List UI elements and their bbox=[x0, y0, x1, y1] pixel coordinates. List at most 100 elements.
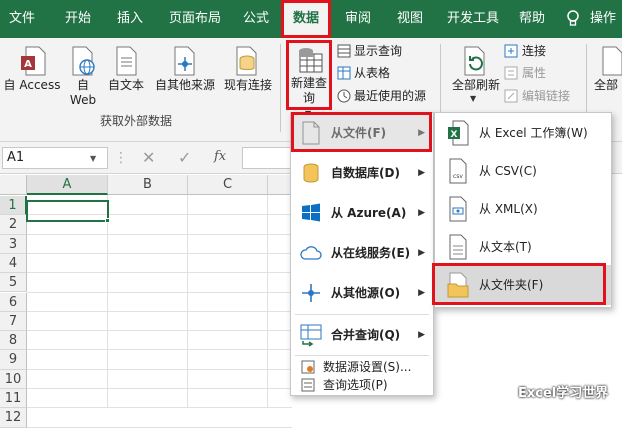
svg-text:csv: csv bbox=[453, 173, 463, 180]
tab-data[interactable]: 数据 bbox=[281, 0, 331, 38]
from-table-icon bbox=[337, 66, 351, 80]
new-query-label-1: 新建查 bbox=[290, 76, 327, 90]
menu-item-from-database[interactable]: 自数据库(D) ▶ bbox=[291, 153, 433, 193]
show-queries-button[interactable]: 显示查询 bbox=[354, 43, 402, 59]
select-all-corner[interactable] bbox=[0, 175, 27, 195]
tab-insert[interactable]: 插入 bbox=[108, 0, 152, 38]
submenu-arrow-icon: ▶ bbox=[418, 288, 425, 298]
row-header[interactable]: 10 bbox=[0, 369, 27, 389]
gridline-horizontal bbox=[27, 252, 292, 254]
gridline-horizontal bbox=[27, 349, 292, 351]
cloud-icon bbox=[299, 241, 323, 265]
menu-item-combine-queries[interactable]: 合并查询(Q) ▶ bbox=[291, 315, 433, 355]
svg-text:A: A bbox=[24, 59, 32, 70]
tab-help[interactable]: 帮助 bbox=[512, 0, 552, 38]
menu-item-from-azure[interactable]: 从 Azure(A) ▶ bbox=[291, 193, 433, 233]
other-source-icon bbox=[299, 281, 323, 305]
gridline-horizontal bbox=[27, 368, 292, 370]
row-header[interactable]: 4 bbox=[0, 253, 27, 274]
new-query-label-2: 询 bbox=[302, 91, 315, 105]
lightbulb-icon[interactable] bbox=[566, 10, 580, 28]
row-header[interactable]: 6 bbox=[0, 292, 27, 312]
settings-icon bbox=[301, 360, 315, 374]
submenu-arrow-icon: ▶ bbox=[418, 168, 425, 178]
tab-page-layout[interactable]: 页面布局 bbox=[160, 0, 230, 38]
from-folder-highlight bbox=[432, 263, 606, 305]
recent-sources-icon bbox=[337, 89, 351, 103]
excel-workbook-icon: X bbox=[447, 120, 469, 146]
sort-all-icon bbox=[600, 46, 622, 76]
group-label-external-data: 获取外部数据 bbox=[100, 114, 173, 128]
from-web-button[interactable]: 自 Web bbox=[66, 78, 100, 108]
menu-item-from-other-sources[interactable]: 从其他源(O) ▶ bbox=[291, 273, 433, 313]
cancel-icon[interactable]: ✕ bbox=[142, 148, 155, 168]
existing-connections-button[interactable]: 现有连接 bbox=[220, 78, 276, 93]
properties-button[interactable]: 属性 bbox=[522, 65, 546, 81]
from-web-label-1: 自 bbox=[76, 78, 89, 92]
gridline-vertical bbox=[267, 195, 268, 408]
refresh-dropdown-icon: ▼ bbox=[470, 94, 477, 103]
tab-home[interactable]: 开始 bbox=[56, 0, 100, 38]
fill-handle[interactable] bbox=[105, 218, 110, 223]
watermark: Excel学习世界 bbox=[518, 386, 609, 401]
recent-sources-button[interactable]: 最近使用的源 bbox=[354, 88, 426, 104]
row-header[interactable]: 5 bbox=[0, 273, 27, 293]
row-header[interactable]: 1 bbox=[0, 196, 27, 216]
column-header-c[interactable]: C bbox=[188, 175, 268, 195]
text-file-icon bbox=[447, 234, 469, 260]
enter-icon[interactable]: ✓ bbox=[178, 148, 191, 168]
submenu-item-from-xml[interactable]: 从 XML(X) bbox=[435, 189, 611, 229]
menu-item-query-options[interactable]: 查询选项(P) bbox=[291, 375, 433, 395]
refresh-all-button[interactable]: 全部刷新 bbox=[446, 78, 506, 93]
all-button[interactable]: 全部 bbox=[594, 78, 622, 93]
row-header[interactable]: 7 bbox=[0, 311, 27, 332]
row-header[interactable]: 11 bbox=[0, 389, 27, 409]
gridline-horizontal bbox=[27, 426, 292, 428]
column-header-b[interactable]: B bbox=[108, 175, 188, 195]
from-other-sources-button[interactable]: 自其他来源 bbox=[150, 78, 220, 93]
edit-links-button[interactable]: 编辑链接 bbox=[522, 88, 570, 104]
gridline-vertical bbox=[187, 195, 188, 408]
from-access-button[interactable]: 自 Access bbox=[0, 78, 64, 93]
database-icon bbox=[299, 161, 323, 185]
active-cell-a1[interactable] bbox=[26, 200, 109, 222]
row-header[interactable]: 2 bbox=[0, 215, 27, 235]
xml-file-icon bbox=[447, 196, 469, 222]
tab-review[interactable]: 审阅 bbox=[338, 0, 378, 38]
web-globe-icon bbox=[70, 46, 96, 76]
merge-query-icon bbox=[299, 323, 323, 347]
csv-file-icon: csv bbox=[447, 158, 469, 184]
connections-icon bbox=[504, 44, 518, 58]
submenu-item-from-excel-workbook[interactable]: X 从 Excel 工作簿(W) bbox=[435, 113, 611, 153]
column-header-a[interactable]: A bbox=[27, 175, 108, 195]
submenu-item-from-text[interactable]: 从文本(T) bbox=[435, 227, 611, 267]
menu-item-data-source-settings[interactable]: 数据源设置(S)... bbox=[291, 357, 433, 377]
from-table-button[interactable]: 从表格 bbox=[354, 65, 390, 81]
other-sources-icon bbox=[172, 46, 198, 76]
row-header[interactable]: 3 bbox=[0, 234, 27, 254]
row-header[interactable]: 12 bbox=[0, 408, 27, 428]
tab-developer[interactable]: 开发工具 bbox=[440, 0, 506, 38]
new-query-button[interactable]: 新建查 询 bbox=[288, 76, 330, 106]
new-query-menu: 从文件(F) ▶ 自数据库(D) ▶ 从 Azure(A) ▶ 从在线服务(E) ▶ 从… bbox=[290, 112, 434, 396]
azure-icon bbox=[299, 201, 323, 225]
column-header-d[interactable] bbox=[268, 175, 292, 195]
from-web-label-2: Web bbox=[69, 93, 97, 107]
menu-item-from-online-services[interactable]: 从在线服务(E) ▶ bbox=[291, 233, 433, 273]
tab-formulas[interactable]: 公式 bbox=[236, 0, 276, 38]
gridline-horizontal bbox=[27, 291, 292, 293]
insert-function-icon[interactable]: fx bbox=[214, 149, 226, 164]
row-header[interactable]: 9 bbox=[0, 350, 27, 370]
submenu-item-from-csv[interactable]: csv 从 CSV(C) bbox=[435, 151, 611, 191]
svg-text:X: X bbox=[451, 130, 458, 140]
row-header[interactable]: 8 bbox=[0, 331, 27, 351]
edit-links-icon bbox=[504, 89, 518, 103]
connections-button[interactable]: 连接 bbox=[522, 43, 546, 59]
tab-file[interactable]: 文件 bbox=[0, 0, 44, 38]
tab-view[interactable]: 视图 bbox=[390, 0, 430, 38]
refresh-all-icon bbox=[462, 46, 490, 76]
tab-tell-me[interactable]: 操作 bbox=[590, 0, 622, 38]
name-box-dropdown-icon[interactable]: ▼ bbox=[90, 154, 96, 163]
submenu-arrow-icon: ▶ bbox=[418, 330, 425, 340]
from-text-button[interactable]: 自文本 bbox=[104, 78, 148, 93]
